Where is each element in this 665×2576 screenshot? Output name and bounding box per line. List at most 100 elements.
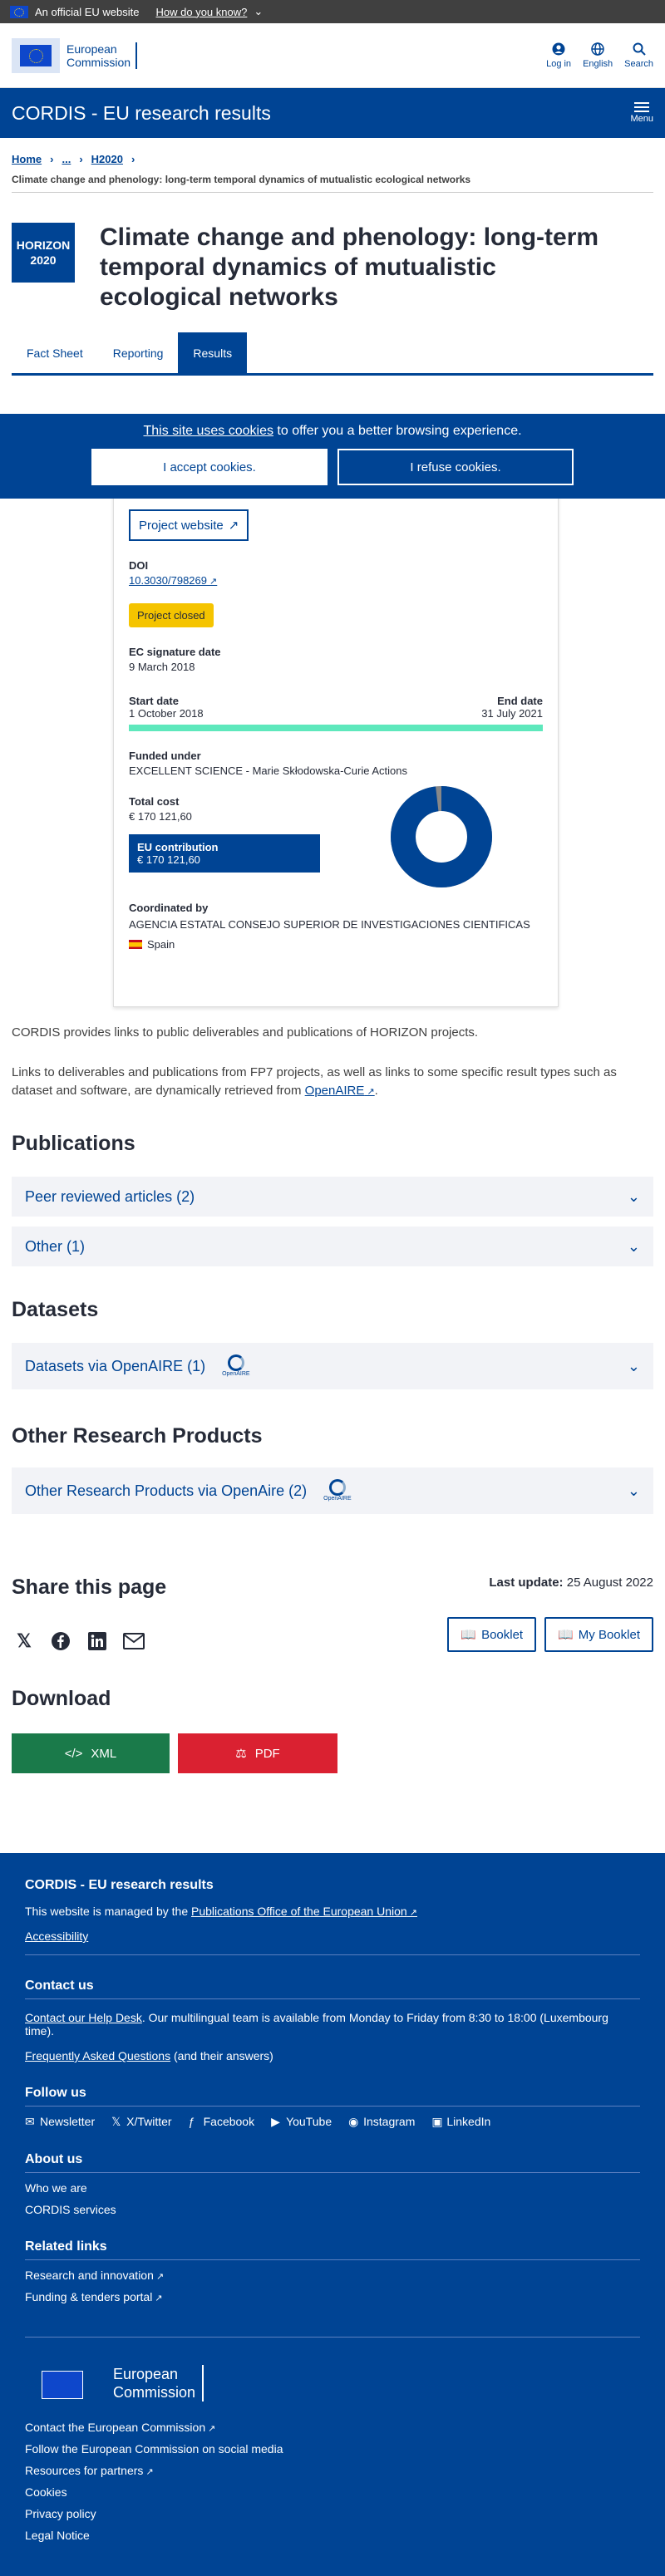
chevron-right-icon: › (131, 153, 135, 165)
footer-ec-logo[interactable]: European Commission (25, 2337, 640, 2409)
accept-cookies-button[interactable]: I accept cookies. (91, 449, 328, 485)
chevron-down-icon: ⌄ (627, 1187, 640, 1205)
external-link-icon: ↗ (228, 519, 239, 533)
x-twitter-icon[interactable]: 𝕏 (12, 1629, 37, 1654)
doi-link[interactable]: 10.3030/798269 (129, 574, 217, 587)
funded-under: EXCELLENT SCIENCE - Marie Skłodowska-Cur… (129, 764, 407, 777)
eu-contribution-label: EU contribution (137, 841, 219, 853)
download-pdf-button[interactable]: ⚖ PDF (178, 1733, 337, 1773)
facebook-link[interactable]: ƒ Facebook (189, 2115, 254, 2129)
search-button[interactable]: Search (624, 42, 653, 69)
ec-logo-icon (12, 37, 60, 73)
tab-bar: Fact Sheet Reporting Results (12, 332, 653, 376)
download-xml-button[interactable]: </> XML (12, 1733, 170, 1773)
booklet-button[interactable]: 📖 Booklet (447, 1617, 537, 1652)
contact-us-title: Contact us (25, 1979, 640, 1999)
other-research-products-title: Other Research Products (12, 1424, 263, 1448)
accessibility-link[interactable]: Accessibility (25, 1930, 640, 1955)
publications-title: Publications (12, 1132, 135, 1155)
refuse-cookies-button[interactable]: I refuse cookies. (337, 449, 574, 485)
end-date: 31 July 2021 (481, 707, 543, 720)
linkedin-icon[interactable] (85, 1629, 110, 1654)
cookie-policy-link[interactable]: This site uses cookies (143, 424, 273, 438)
breadcrumb-ellipsis[interactable]: ... (62, 153, 71, 165)
facebook-icon[interactable] (48, 1629, 73, 1654)
tab-fact-sheet[interactable]: Fact Sheet (12, 332, 98, 373)
x-twitter-icon: 𝕏 (111, 2115, 121, 2128)
twitter-link[interactable]: 𝕏 X/Twitter (111, 2115, 171, 2129)
youtube-icon: ▶ (271, 2115, 280, 2128)
signature-date: 9 March 2018 (129, 661, 195, 673)
email-icon[interactable] (121, 1629, 146, 1654)
signature-date-label: EC signature date (129, 646, 221, 658)
menu-button[interactable]: Menu (630, 102, 653, 124)
tab-results[interactable]: Results (178, 332, 248, 373)
linkedin-link[interactable]: ▣ LinkedIn (431, 2115, 490, 2129)
globe-icon (590, 42, 605, 57)
related-links-title: Related links (25, 2239, 640, 2260)
contact-ec-link[interactable]: Contact the European Commission (25, 2421, 640, 2434)
accordion-other-research-products[interactable]: Other Research Products via OpenAire (2)… (12, 1467, 653, 1514)
pdf-icon: ⚖ (235, 1747, 247, 1761)
coordinated-by-label: Coordinated by (129, 902, 209, 914)
language-button[interactable]: English (583, 42, 613, 69)
who-we-are-link[interactable]: Who we are (25, 2181, 640, 2195)
facebook-icon: ƒ (188, 2115, 195, 2128)
page-title: Climate change and phenology: long-term … (100, 224, 599, 311)
openaire-link[interactable]: OpenAIRE (305, 1084, 375, 1098)
european-commission-logo[interactable]: European Commission (12, 37, 138, 73)
page-subtitle: Climate change and phenology: long-term … (12, 174, 471, 185)
managed-by: This website is managed by the Publicati… (25, 1905, 640, 1918)
youtube-link[interactable]: ▶ YouTube (271, 2115, 332, 2129)
newsletter-link[interactable]: ✉ Newsletter (25, 2115, 95, 2129)
follow-links: ✉ Newsletter 𝕏 X/Twitter ƒ Facebook ▶ YouTub… (25, 2115, 640, 2129)
instagram-link[interactable]: ◉ Instagram (348, 2115, 415, 2129)
cookie-banner: This site uses cookies to offer you a be… (0, 414, 665, 499)
horizon-2020-badge: HORIZON 2020 (12, 223, 75, 283)
my-booklet-button[interactable]: 📖 My Booklet (544, 1617, 653, 1652)
search-label: Search (624, 59, 653, 69)
breadcrumb-h2020[interactable]: H2020 (91, 153, 123, 165)
cookies-link[interactable]: Cookies (25, 2485, 640, 2499)
site-footer: CORDIS - EU research results This websit… (0, 1853, 665, 2576)
project-title-row: HORIZON 2020 Climate change and phenolog… (0, 223, 665, 312)
eu-contribution-box: EU contribution € 170 121,60 (129, 834, 320, 873)
breadcrumb-home[interactable]: Home (12, 153, 42, 165)
resources-partners-link[interactable]: Resources for partners (25, 2464, 640, 2477)
footer-title[interactable]: CORDIS - EU research results (25, 1878, 640, 1893)
accordion-peer-reviewed[interactable]: Peer reviewed articles (2) ⌄ (12, 1177, 653, 1217)
login-button[interactable]: Log in (546, 42, 571, 69)
info-text-fp7: Links to deliverables and publications f… (12, 1064, 653, 1101)
spain-flag-icon (129, 940, 142, 949)
chevron-down-icon: ⌄ (254, 5, 264, 17)
menu-label: Menu (630, 114, 653, 124)
tab-reporting[interactable]: Reporting (98, 332, 179, 373)
publications-office-link[interactable]: Publications Office of the European Unio… (191, 1905, 417, 1918)
user-icon (551, 42, 566, 57)
code-icon: </> (64, 1746, 83, 1761)
faq-link[interactable]: Frequently Asked Questions (25, 2049, 170, 2062)
cordis-services-link[interactable]: CORDIS services (25, 2203, 640, 2216)
chevron-down-icon: ⌄ (627, 1237, 640, 1255)
privacy-policy-link[interactable]: Privacy policy (25, 2507, 640, 2520)
logo-line2: Commission (66, 55, 131, 69)
follow-ec-social-link[interactable]: Follow the European Commission on social… (25, 2442, 640, 2456)
datasets-title: Datasets (12, 1298, 99, 1321)
accordion-datasets[interactable]: Datasets via OpenAIRE (1) OpenAIRE ⌄ (12, 1343, 653, 1389)
ec-logo-icon (25, 2357, 105, 2409)
newsletter-icon: ✉ (25, 2115, 35, 2128)
end-date-label: End date (497, 695, 543, 707)
site-title[interactable]: CORDIS - EU research results (12, 102, 271, 125)
accordion-other-publications[interactable]: Other (1) ⌄ (12, 1227, 653, 1266)
legal-notice-link[interactable]: Legal Notice (25, 2529, 640, 2542)
project-website-button[interactable]: Project website ↗ (129, 509, 249, 541)
about-us-title: About us (25, 2152, 640, 2173)
help-desk-link[interactable]: Contact our Help Desk (25, 2011, 142, 2024)
funding-tenders-link[interactable]: Funding & tenders portal (25, 2290, 640, 2303)
chevron-right-icon: › (50, 153, 54, 165)
how-do-you-know-link[interactable]: How do you know? (156, 6, 248, 18)
login-label: Log in (546, 59, 572, 69)
divider (12, 192, 653, 193)
research-innovation-link[interactable]: Research and innovation (25, 2269, 640, 2282)
eu-flag-icon (10, 5, 28, 18)
